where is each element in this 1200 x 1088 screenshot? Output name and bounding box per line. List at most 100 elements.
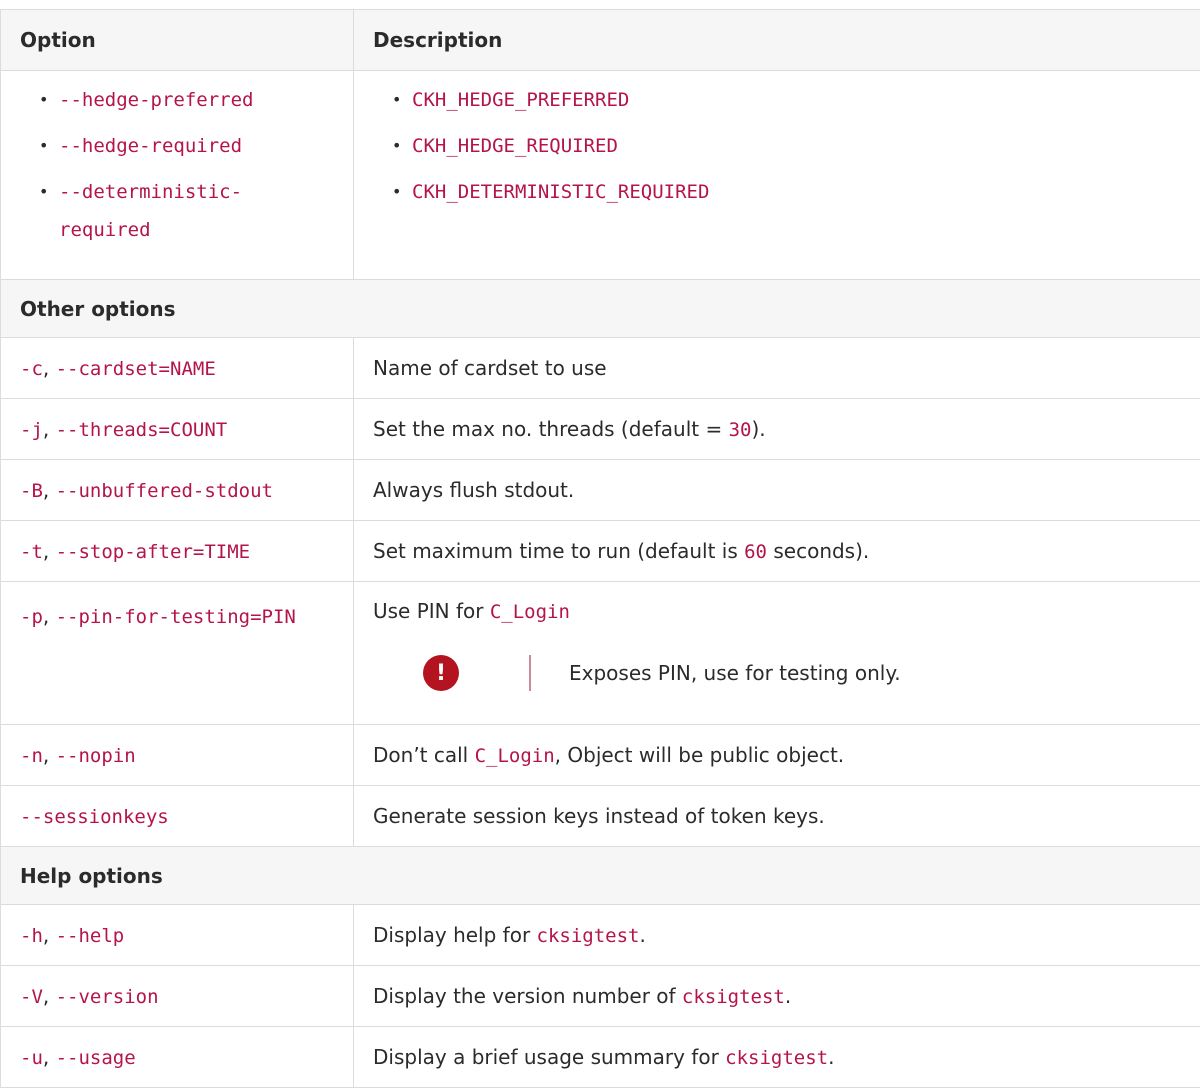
table-row: -h, --help Display help for cksigtest.: [1, 905, 1200, 966]
inline-code: cksigtest: [682, 986, 785, 1008]
list-item: • --deterministic-required: [39, 173, 353, 249]
description-text: Set the max no. threads (default =: [373, 417, 729, 441]
description-cell: Don’t call C_Login, Object will be publi…: [354, 725, 1200, 786]
bullet-icon: •: [39, 127, 48, 164]
option-cell: -B, --unbuffered-stdout: [1, 460, 354, 521]
header-description: Description: [354, 10, 1200, 71]
table-row-hedge: • --hedge-preferred •--hedge-required • --…: [1, 71, 1200, 280]
option-cell: -p, --pin-for-testing=PIN: [1, 582, 354, 725]
table-row: -t, --stop-after=TIME Set maximum time t…: [1, 521, 1200, 582]
warning-admonition: ! Exposes PIN, use for testing only.: [423, 653, 1200, 693]
table-row: --sessionkeys Generate session keys inst…: [1, 786, 1200, 847]
description-cell: Display a brief usage summary for cksigt…: [354, 1027, 1200, 1088]
separator: ,: [43, 539, 56, 563]
warning-text: Exposes PIN, use for testing only.: [569, 661, 901, 685]
header-option: Option: [1, 10, 354, 71]
long-option: --pin-for-testing=PIN: [56, 606, 296, 628]
options-table: Option Description •--hedge-preferred •-…: [0, 9, 1200, 1088]
separator: ,: [43, 604, 56, 628]
description-text: ).: [751, 417, 765, 441]
short-option: -c: [20, 358, 43, 380]
description-text: Use PIN for: [373, 599, 490, 623]
hedge-options-cell: • --hedge-preferred •--hedge-required • --…: [1, 71, 354, 280]
list-item: • --hedge-preferred: [39, 81, 353, 119]
bullet-icon: •: [39, 173, 48, 210]
value-code: CKH_HEDGE_REQUIRED: [412, 135, 618, 157]
short-option: -p: [20, 606, 43, 628]
separator: ,: [43, 923, 56, 947]
long-option: --unbuffered-stdout: [56, 480, 273, 502]
description-cell: Display the version number of cksigtest.: [354, 966, 1200, 1027]
table-row: -B, --unbuffered-stdout Always flush std…: [1, 460, 1200, 521]
inline-code: cksigtest: [725, 1047, 828, 1069]
long-option: --threads=COUNT: [56, 419, 228, 441]
short-option: -n: [20, 745, 43, 767]
hedge-values-cell: • CKH_HEDGE_PREFERRED • CKH_HEDGE_REQUIRED…: [354, 71, 1200, 280]
section-row-help: Help options: [1, 847, 1200, 905]
inline-code: C_Login: [490, 601, 570, 623]
value-code: CKH_DETERMINISTIC_REQUIRED: [412, 181, 709, 203]
option-code: required: [59, 219, 151, 241]
description-text: Display a brief usage summary for: [373, 1045, 725, 1069]
list-item: • CKH_DETERMINISTIC_REQUIRED: [392, 173, 1200, 211]
bullet-icon: •: [392, 173, 401, 210]
long-option: --nopin: [56, 745, 136, 767]
long-option: --usage: [56, 1047, 136, 1069]
option-cell: --sessionkeys: [1, 786, 354, 847]
option-cell: -h, --help: [1, 905, 354, 966]
long-option: --stop-after=TIME: [56, 541, 250, 563]
option-code: --hedge-preferred: [59, 89, 253, 111]
list-item: • CKH_HEDGE_PREFERRED: [392, 81, 1200, 119]
option-cell: -n, --nopin: [1, 725, 354, 786]
table-row: -p, --pin-for-testing=PIN Use PIN for C_…: [1, 582, 1200, 725]
option-cell: -c, --cardset=NAME: [1, 338, 354, 399]
short-option: -t: [20, 541, 43, 563]
description-cell: Set maximum time to run (default is 60 s…: [354, 521, 1200, 582]
bullet-icon: •: [392, 127, 401, 164]
list-item: • CKH_HEDGE_REQUIRED: [392, 127, 1200, 165]
description-cell: Use PIN for C_Login ! Exposes PIN, use f…: [354, 582, 1200, 725]
section-title: Other options: [1, 280, 1200, 338]
separator: ,: [43, 417, 56, 441]
description-cell: Generate session keys instead of token k…: [354, 786, 1200, 847]
description-cell: Set the max no. threads (default = 30).: [354, 399, 1200, 460]
hedge-values-list: • CKH_HEDGE_PREFERRED • CKH_HEDGE_REQUIRED…: [354, 81, 1200, 211]
description-line: Use PIN for C_Login: [373, 582, 1200, 631]
option-code: --deterministic-: [59, 181, 242, 203]
description-text: Display help for: [373, 923, 537, 947]
table-row: -u, --usage Display a brief usage summar…: [1, 1027, 1200, 1088]
option-cell: -j, --threads=COUNT: [1, 399, 354, 460]
bullet-icon: •: [39, 81, 48, 118]
description-cell: Display help for cksigtest.: [354, 905, 1200, 966]
short-option: -B: [20, 480, 43, 502]
short-option: -h: [20, 925, 43, 947]
short-option: -u: [20, 1047, 43, 1069]
description-cell: Name of cardset to use: [354, 338, 1200, 399]
separator: ,: [43, 984, 56, 1008]
description-text: Don’t call: [373, 743, 475, 767]
description-text: Display the version number of: [373, 984, 682, 1008]
separator: ,: [43, 356, 56, 380]
table-row: -j, --threads=COUNT Set the max no. thre…: [1, 399, 1200, 460]
short-option: -V: [20, 986, 43, 1008]
bullet-icon: •: [392, 81, 401, 118]
description-text: .: [828, 1045, 834, 1069]
hedge-options-list: • --hedge-preferred •--hedge-required • --…: [1, 81, 353, 249]
description-text: seconds).: [767, 539, 869, 563]
short-option: -j: [20, 419, 43, 441]
inline-code: 30: [729, 419, 752, 441]
inline-code: C_Login: [475, 745, 555, 767]
description-cell: Always flush stdout.: [354, 460, 1200, 521]
description-text: .: [785, 984, 791, 1008]
table-row: -V, --version Display the version number…: [1, 966, 1200, 1027]
inline-code: cksigtest: [537, 925, 640, 947]
separator: ,: [43, 478, 56, 502]
description-text: , Object will be public object.: [555, 743, 844, 767]
long-option: --version: [56, 986, 159, 1008]
table-header-row: Option Description: [1, 10, 1200, 71]
section-title: Help options: [1, 847, 1200, 905]
option-cell: -u, --usage: [1, 1027, 354, 1088]
value-code: CKH_HEDGE_PREFERRED: [412, 89, 629, 111]
list-item: •--hedge-required: [39, 127, 353, 165]
long-option: --help: [56, 925, 125, 947]
